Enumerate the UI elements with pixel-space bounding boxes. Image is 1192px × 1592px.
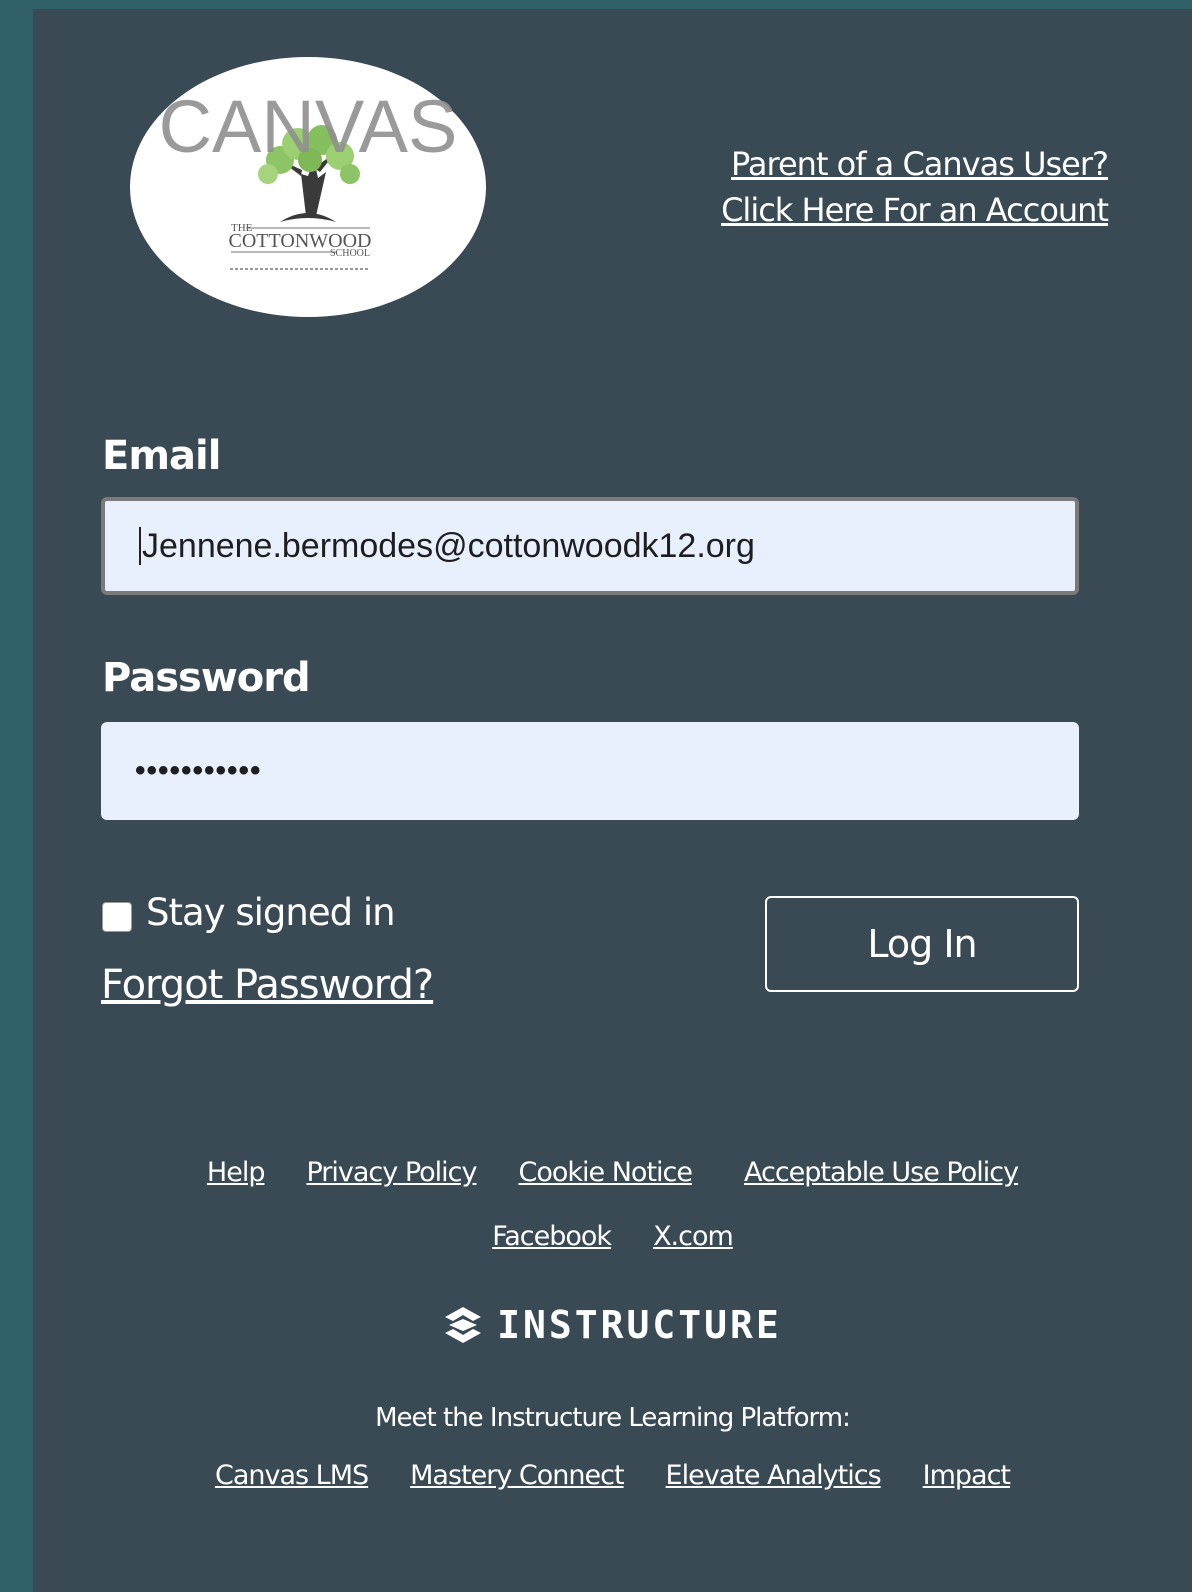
- help-link[interactable]: Help: [207, 1157, 266, 1188]
- social-links: Facebook X.com: [33, 1221, 1192, 1252]
- platform-tagline: Meet the Instructure Learning Platform:: [375, 1403, 851, 1433]
- platform-links: Canvas LMS Mastery Connect Elevate Analy…: [33, 1460, 1192, 1491]
- school-logo: CANVAS THE COTTONWOOD SCHOOL: [130, 57, 486, 317]
- stay-signed-in-label[interactable]: Stay signed in: [146, 891, 396, 934]
- canvas-lms-link[interactable]: Canvas LMS: [215, 1460, 369, 1491]
- elevate-analytics-link[interactable]: Elevate Analytics: [666, 1460, 882, 1491]
- text-caret: [139, 527, 141, 565]
- log-in-button[interactable]: Log In: [765, 896, 1079, 992]
- x-com-link[interactable]: X.com: [653, 1221, 734, 1252]
- privacy-policy-link[interactable]: Privacy Policy: [306, 1157, 477, 1188]
- facebook-link[interactable]: Facebook: [492, 1221, 612, 1252]
- email-input[interactable]: Jennene.bermodes@cottonwoodk12.org: [101, 497, 1079, 595]
- parent-of-canvas-user-link[interactable]: Parent of a Canvas User?: [721, 141, 1109, 187]
- mastery-connect-link[interactable]: Mastery Connect: [410, 1460, 624, 1491]
- acceptable-use-policy-link[interactable]: Acceptable Use Policy: [744, 1157, 1019, 1188]
- forgot-password-link[interactable]: Forgot Password?: [101, 962, 434, 1008]
- footer-links: Help Privacy Policy Cookie Notice Accept…: [33, 1157, 1192, 1188]
- stay-signed-in-checkbox[interactable]: [102, 902, 132, 932]
- impact-link[interactable]: Impact: [923, 1460, 1011, 1491]
- email-value: Jennene.bermodes@cottonwoodk12.org: [142, 526, 755, 565]
- cookie-notice-link[interactable]: Cookie Notice: [519, 1157, 693, 1188]
- svg-text:CANVAS: CANVAS: [159, 85, 458, 168]
- password-input[interactable]: •••••••••••: [101, 722, 1079, 820]
- parent-account-links: Parent of a Canvas User? Click Here For …: [721, 141, 1109, 233]
- create-parent-account-link[interactable]: Click Here For an Account: [721, 187, 1109, 233]
- instructure-logo-icon: [445, 1307, 482, 1343]
- instructure-wordmark: INSTRUCTURE: [497, 1303, 782, 1347]
- login-panel: CANVAS THE COTTONWOOD SCHOOL Parent of a…: [33, 9, 1192, 1592]
- svg-text:SCHOOL: SCHOOL: [330, 248, 370, 259]
- password-value: •••••••••••: [135, 754, 262, 787]
- instructure-brand[interactable]: INSTRUCTURE: [33, 1303, 1192, 1347]
- email-label: Email: [102, 433, 221, 479]
- password-label: Password: [102, 655, 311, 701]
